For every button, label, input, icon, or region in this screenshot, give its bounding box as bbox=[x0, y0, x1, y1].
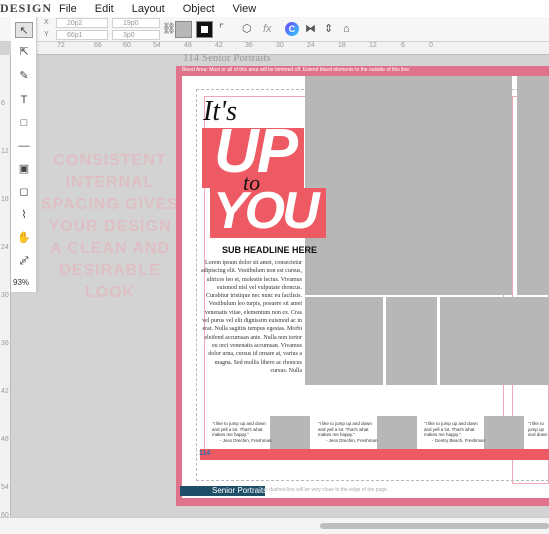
y-field[interactable]: 66p1 bbox=[56, 30, 108, 40]
ruler-tick: 30 bbox=[1, 292, 9, 299]
headline-you[interactable]: YOU bbox=[213, 182, 320, 240]
ruler-tick: 42 bbox=[1, 388, 9, 395]
footer-label[interactable]: Senior Portraits bbox=[212, 486, 267, 495]
flip-vertical-icon[interactable]: ⇕ bbox=[324, 23, 333, 35]
menu-layout[interactable]: Layout bbox=[123, 3, 174, 15]
photo-placeholder[interactable] bbox=[305, 76, 512, 295]
ai-assistant-icon[interactable]: C bbox=[285, 22, 299, 36]
corner-icon[interactable]: ⌜ bbox=[219, 23, 224, 35]
options-bar: X 20p2 Y 66p1 W 19p0 H 3p0 ⛓ ⌜ ⬡ fx C ⧓ … bbox=[0, 17, 549, 42]
ruler-tick: 6 bbox=[1, 100, 5, 107]
eyedropper-tool-icon[interactable]: ⌇ bbox=[15, 207, 33, 223]
ruler-tick: 24 bbox=[1, 244, 9, 251]
quote-text[interactable]: "I like to jump up and down and yell a l… bbox=[212, 421, 272, 438]
quote-name[interactable]: - Gentry Beach, Freshman bbox=[432, 438, 485, 443]
ruler-tick: 60 bbox=[123, 42, 131, 49]
direct-select-tool-icon[interactable]: ⇱ bbox=[15, 44, 33, 60]
ruler-tick: 54 bbox=[153, 42, 161, 49]
tag-icon[interactable]: ⌂ bbox=[343, 23, 350, 35]
photo-placeholder[interactable] bbox=[305, 297, 383, 385]
width-field[interactable]: 19p0 bbox=[112, 18, 160, 28]
horizontal-scrollbar[interactable] bbox=[0, 517, 549, 534]
select-tool-icon[interactable]: ↖ bbox=[15, 22, 33, 38]
body-text[interactable]: Lorem ipsum dolor sit amet, consectetur … bbox=[200, 259, 302, 375]
menu-object[interactable]: Object bbox=[174, 3, 224, 15]
ruler-tick: 54 bbox=[1, 484, 9, 491]
zoom-level[interactable]: 93% bbox=[13, 278, 29, 287]
ruler-tick: 48 bbox=[184, 42, 192, 49]
ruler-tick: 36 bbox=[245, 42, 253, 49]
rectangle-tool-icon[interactable]: □ bbox=[15, 115, 33, 131]
quote-text[interactable]: "I like to jump up and down and yell a l… bbox=[318, 421, 378, 438]
pen-tool-icon[interactable]: ✎ bbox=[15, 68, 33, 84]
menu-bar: DESIGN File Edit Layout Object View bbox=[0, 0, 549, 17]
ruler-tick: 18 bbox=[338, 42, 346, 49]
menu-file[interactable]: File bbox=[50, 3, 86, 15]
ruler-tick: 0 bbox=[429, 42, 433, 49]
flip-horizontal-icon[interactable]: ⧓ bbox=[305, 23, 316, 35]
y-label: Y bbox=[44, 31, 49, 38]
ruler-tick: 18 bbox=[1, 196, 9, 203]
ruler-tick: 42 bbox=[215, 42, 223, 49]
ruler-tick: 24 bbox=[307, 42, 315, 49]
fit-page-icon[interactable]: ⤢ bbox=[15, 253, 33, 269]
photo-placeholder[interactable] bbox=[517, 76, 549, 295]
x-label: X bbox=[44, 19, 49, 26]
ruler-tick: 6 bbox=[401, 42, 405, 49]
workspace-ghost-text: CONSISTENT INTERNAL SPACING GIVES YOUR D… bbox=[40, 152, 180, 301]
comment-tool-icon[interactable]: ◻ bbox=[15, 184, 33, 200]
ruler-tick: 12 bbox=[369, 42, 377, 49]
ruler-tick: 66 bbox=[94, 42, 102, 49]
ruler-tick: 72 bbox=[57, 42, 65, 49]
quote-name[interactable]: - Jess Drechin, Freshman bbox=[326, 438, 378, 443]
bleed-note: Bleed Area: Most or all of this area wil… bbox=[182, 67, 411, 73]
vertical-ruler: 6 12 18 24 30 36 42 48 54 60 bbox=[0, 55, 11, 525]
menu-edit[interactable]: Edit bbox=[86, 3, 123, 15]
sub-headline[interactable]: SUB HEADLINE HERE bbox=[222, 245, 317, 255]
height-field[interactable]: 3p0 bbox=[112, 30, 160, 40]
app-logo: DESIGN bbox=[0, 1, 53, 15]
tool-panel: ↖ ⇱ ✎ T □ — ▣ ◻ ⌇ ✋ ⌕ ⤢ 93% bbox=[11, 17, 37, 292]
fx-icon[interactable]: fx bbox=[263, 23, 272, 35]
opacity-icon[interactable]: ⬡ bbox=[242, 23, 252, 35]
hand-tool-icon[interactable]: ✋ bbox=[15, 230, 33, 246]
ruler-tick: 36 bbox=[1, 340, 9, 347]
quote-name[interactable]: - Jess Drechin, Freshman bbox=[220, 438, 272, 443]
ruler-tick: 12 bbox=[1, 148, 9, 155]
menu-view[interactable]: View bbox=[224, 3, 266, 15]
horizontal-ruler: 72 66 60 54 48 42 36 30 24 18 12 6 0 bbox=[37, 42, 549, 55]
photo-placeholder[interactable] bbox=[386, 297, 437, 385]
quote-text[interactable]: "I like to jump up and down and yell a l… bbox=[528, 421, 549, 437]
footer-accent-bar bbox=[200, 449, 549, 460]
quote-text[interactable]: "I like to jump up and down and yell a l… bbox=[424, 421, 484, 438]
ruler-tick: 30 bbox=[276, 42, 284, 49]
page-number[interactable]: 114 bbox=[199, 450, 210, 457]
scrollbar-thumb[interactable] bbox=[320, 523, 549, 529]
link-icon[interactable]: ⛓ bbox=[162, 23, 176, 35]
stroke-swatch[interactable] bbox=[196, 21, 213, 38]
page-title: 114 Senior Portraits bbox=[183, 52, 271, 64]
footer-bar bbox=[180, 486, 208, 496]
x-field[interactable]: 20p2 bbox=[56, 18, 108, 28]
ruler-tick: 48 bbox=[1, 436, 9, 443]
image-frame-tool-icon[interactable]: ▣ bbox=[15, 161, 33, 177]
fill-swatch[interactable] bbox=[175, 21, 192, 38]
photo-placeholder[interactable] bbox=[440, 297, 549, 385]
line-tool-icon[interactable]: — bbox=[15, 138, 33, 154]
text-tool-icon[interactable]: T bbox=[15, 92, 33, 108]
